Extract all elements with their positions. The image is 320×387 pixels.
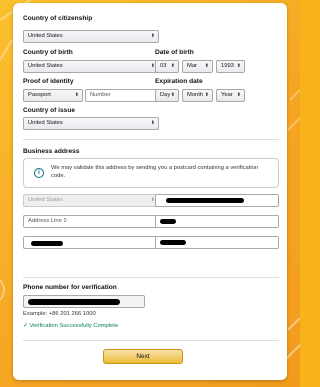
exp-year-value: Year — [221, 92, 233, 98]
address-line-2-input[interactable]: Address Line 2 — [23, 215, 159, 228]
state-input[interactable] — [23, 236, 159, 249]
chevron-updown-icon: ⬍ — [204, 92, 209, 98]
next-button[interactable]: Next — [103, 349, 183, 364]
chevron-updown-icon: ⬍ — [236, 92, 241, 98]
dob-day-select[interactable]: 03 ⬍ — [155, 60, 179, 73]
business-country-select[interactable]: United States ⬍ — [23, 194, 159, 207]
proof-type-value: Passport — [28, 92, 51, 98]
exp-day-select[interactable]: Day ⬍ — [155, 89, 179, 102]
birth-country-label: Country of birth — [23, 49, 73, 56]
city-input[interactable] — [155, 215, 279, 228]
check-icon: ✓ — [23, 323, 28, 329]
citizenship-label: Country of citizenship — [23, 15, 93, 22]
citizenship-value: United States — [28, 33, 63, 39]
passport-number-placeholder: Number — [90, 92, 111, 98]
issue-country-label: Country of issue — [23, 107, 76, 114]
verification-status-text: Verification Successfully Complete — [29, 323, 119, 329]
address-line-1-input[interactable] — [155, 194, 279, 207]
redacted-text — [166, 198, 244, 203]
chevron-updown-icon: ⬍ — [74, 92, 79, 98]
postcard-info-box: i We may validate this address by sendin… — [23, 158, 279, 188]
dob-label: Date of birth — [155, 49, 194, 56]
phone-label: Phone number for verification — [23, 284, 117, 291]
chevron-updown-icon: ⬍ — [150, 120, 155, 126]
info-icon: i — [34, 168, 44, 178]
address-line-2-placeholder: Address Line 2 — [28, 218, 67, 224]
chevron-updown-icon: ⬍ — [150, 33, 155, 39]
chevron-updown-icon: ⬍ — [170, 63, 175, 69]
phone-example: Example: +86 201 266 1000 — [23, 311, 96, 317]
redacted-text — [28, 299, 120, 305]
postal-code-input[interactable] — [155, 236, 279, 249]
chevron-updown-icon: ⬍ — [204, 63, 209, 69]
dob-day-value: 03 — [160, 63, 167, 69]
postcard-info-text: We may validate this address by sending … — [51, 165, 259, 179]
exp-month-value: Month — [187, 92, 204, 98]
exp-day-value: Day — [160, 92, 171, 98]
section-divider — [23, 277, 279, 278]
expiration-label: Expiration date — [155, 78, 203, 85]
verification-status: ✓ Verification Successfully Complete — [23, 323, 118, 329]
exp-month-select[interactable]: Month ⬍ — [182, 89, 213, 102]
proof-label: Proof of identity — [23, 78, 74, 85]
proof-type-select[interactable]: Passport ⬍ — [23, 89, 83, 102]
issue-country-value: United States — [28, 120, 63, 126]
exp-year-select[interactable]: Year ⬍ — [216, 89, 245, 102]
section-divider — [23, 139, 279, 140]
issue-country-select[interactable]: United States ⬍ — [23, 117, 159, 130]
section-divider — [23, 340, 279, 341]
dob-year-select[interactable]: 1993 ⬍ — [216, 60, 245, 73]
birth-country-value: United States — [28, 63, 63, 69]
redacted-text — [160, 219, 176, 224]
dob-month-select[interactable]: Mar ⬍ — [182, 60, 213, 73]
redacted-text — [31, 241, 63, 246]
dob-month-value: Mar — [187, 63, 197, 69]
business-address-heading: Business address — [23, 148, 80, 155]
dob-year-value: 1993 — [221, 63, 234, 69]
redacted-text — [160, 240, 186, 245]
business-country-value: United States — [28, 197, 63, 203]
passport-number-input[interactable]: Number — [85, 89, 159, 102]
chevron-updown-icon: ⬍ — [170, 92, 175, 98]
birth-country-select[interactable]: United States ⬍ — [23, 60, 159, 73]
citizenship-select[interactable]: United States ⬍ — [23, 30, 159, 43]
form-card: Country of citizenship United States ⬍ Co… — [13, 3, 287, 380]
chevron-updown-icon: ⬍ — [236, 63, 241, 69]
phone-input[interactable] — [23, 295, 145, 308]
